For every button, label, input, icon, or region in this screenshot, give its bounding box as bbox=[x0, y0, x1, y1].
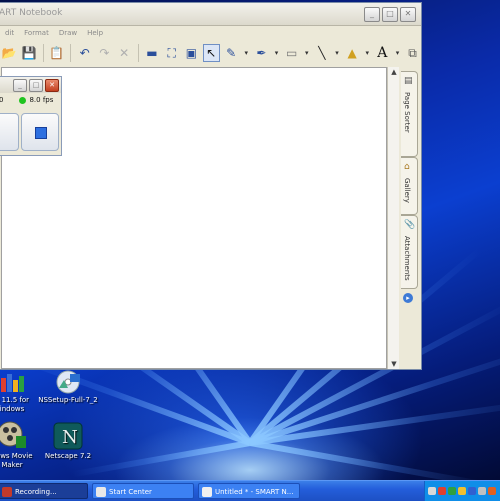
recorder-app-icon bbox=[2, 487, 12, 497]
scroll-up-icon[interactable]: ▲ bbox=[389, 67, 399, 77]
tab-label: Page Sorter bbox=[403, 92, 411, 133]
close-button[interactable]: ✕ bbox=[400, 7, 416, 22]
select-arrow-icon[interactable]: ↖ bbox=[202, 44, 220, 62]
cd-installer-icon bbox=[54, 370, 82, 394]
taskbar: Recording... Start Center Untitled * - S… bbox=[0, 480, 500, 501]
taskbar-item-smart-notebook[interactable]: Untitled * - SMART N... bbox=[198, 483, 300, 499]
recorder-title-bar[interactable]: _ □ ✕ bbox=[0, 77, 61, 93]
desktop-icon-label: indows bbox=[0, 405, 25, 413]
undo-icon[interactable]: ↶ bbox=[76, 44, 93, 62]
pen-icon[interactable]: ✎ bbox=[223, 44, 240, 62]
menu-edit[interactable]: dit bbox=[5, 29, 14, 37]
recorder-close-button[interactable]: ✕ bbox=[45, 79, 59, 92]
auto-hide-icon[interactable]: ▸ bbox=[403, 293, 413, 303]
recorder-status: 0 8.0 fps bbox=[0, 93, 61, 107]
chevron-down-icon[interactable]: ▾ bbox=[333, 44, 340, 62]
tab-page-sorter[interactable]: ▤ Page Sorter bbox=[401, 71, 418, 157]
tab-gallery[interactable]: ⌂ Gallery bbox=[401, 157, 418, 215]
eraser-icon[interactable]: ▭ bbox=[283, 44, 300, 62]
tray-smart-icon[interactable] bbox=[468, 487, 476, 495]
stop-button[interactable] bbox=[21, 113, 59, 151]
screen-shade-icon[interactable]: ▬ bbox=[144, 44, 161, 62]
side-tabs: ▤ Page Sorter ⌂ Gallery 📎 Attachments ▸ bbox=[399, 67, 421, 369]
svg-text:N: N bbox=[62, 427, 78, 448]
page-sorter-icon: ▤ bbox=[404, 76, 413, 86]
pause-button[interactable] bbox=[0, 113, 19, 151]
redo-icon[interactable]: ↷ bbox=[96, 44, 113, 62]
smart-notebook-window: ART Notebook _ □ ✕ dit Format Draw Help … bbox=[0, 2, 422, 370]
menu-format[interactable]: Format bbox=[24, 29, 49, 37]
chevron-down-icon[interactable]: ▾ bbox=[273, 44, 280, 62]
recorder-maximize-button[interactable]: □ bbox=[29, 79, 43, 92]
menu-draw[interactable]: Draw bbox=[59, 29, 77, 37]
chevron-down-icon[interactable]: ▾ bbox=[363, 44, 370, 62]
capture-icon[interactable]: ▣ bbox=[183, 44, 200, 62]
taskbar-item-label: Recording... bbox=[15, 488, 57, 496]
menu-bar: dit Format Draw Help bbox=[0, 26, 421, 40]
paste-icon[interactable]: 📋 bbox=[49, 44, 66, 62]
movie-maker-icon bbox=[0, 420, 26, 450]
maximize-button[interactable]: □ bbox=[382, 7, 398, 22]
tab-label: Gallery bbox=[403, 178, 411, 203]
chevron-down-icon[interactable]: ▾ bbox=[303, 44, 310, 62]
recorder-minimize-button[interactable]: _ bbox=[13, 79, 27, 92]
desktop-icon-netscape[interactable]: N Netscape 7.2 bbox=[28, 422, 108, 461]
open-folder-icon[interactable]: 📂 bbox=[1, 44, 18, 62]
desktop-icon-nssetup[interactable]: NSSetup-Full-7_2 bbox=[28, 370, 108, 405]
delete-icon[interactable]: ✕ bbox=[116, 44, 133, 62]
save-icon[interactable]: 💾 bbox=[21, 44, 38, 62]
tray-network-icon[interactable] bbox=[438, 487, 446, 495]
chevron-down-icon[interactable]: ▾ bbox=[394, 44, 401, 62]
start-center-icon bbox=[96, 487, 106, 497]
tab-attachments[interactable]: 📎 Attachments bbox=[401, 215, 418, 289]
creative-pen-icon[interactable]: ✒ bbox=[253, 44, 270, 62]
tray-flag-icon[interactable] bbox=[488, 487, 496, 495]
desktop-icon-label: Maker bbox=[1, 461, 23, 469]
system-tray bbox=[424, 481, 500, 501]
smart-notebook-icon bbox=[202, 487, 212, 497]
taskbar-item-recording[interactable]: Recording... bbox=[0, 483, 88, 499]
taskbar-item-label: Start Center bbox=[109, 488, 152, 496]
line-icon[interactable]: ╲ bbox=[313, 44, 330, 62]
window-title: ART Notebook bbox=[0, 8, 63, 18]
software-icon bbox=[0, 370, 25, 394]
recorder-counter: 0 bbox=[0, 96, 4, 104]
more-tools-icon[interactable]: ⧉ bbox=[404, 44, 421, 62]
scroll-down-icon[interactable]: ▼ bbox=[389, 359, 399, 369]
gallery-icon: ⌂ bbox=[404, 162, 410, 172]
taskbar-item-label: Untitled * - SMART N... bbox=[215, 488, 294, 496]
tab-label: Attachments bbox=[403, 236, 411, 281]
tray-app-icon[interactable] bbox=[458, 487, 466, 495]
text-icon[interactable]: A bbox=[374, 44, 391, 62]
taskbar-item-start-center[interactable]: Start Center bbox=[92, 483, 194, 499]
desktop-icon-label: Netscape 7.2 bbox=[44, 452, 92, 460]
desktop-icon-label: NSSetup-Full-7_2 bbox=[38, 396, 98, 404]
shapes-icon[interactable]: ▲ bbox=[344, 44, 361, 62]
tray-shield-icon[interactable] bbox=[448, 487, 456, 495]
paperclip-icon: 📎 bbox=[404, 220, 416, 230]
menu-help[interactable]: Help bbox=[87, 29, 103, 37]
minimize-button[interactable]: _ bbox=[364, 7, 380, 22]
recorder-fps: 8.0 fps bbox=[29, 96, 54, 104]
tray-speaker-icon[interactable] bbox=[428, 487, 436, 495]
netscape-icon: N bbox=[53, 422, 83, 450]
recording-status-icon bbox=[19, 96, 27, 104]
tray-update-icon[interactable] bbox=[478, 487, 486, 495]
chevron-down-icon[interactable]: ▾ bbox=[243, 44, 250, 62]
title-bar[interactable]: ART Notebook _ □ ✕ bbox=[0, 3, 421, 26]
toolbar: 📂 💾 📋 ↶ ↷ ✕ ▬ ⛶ ▣ ↖ ✎ ▾ ✒ ▾ ▭ ▾ ╲ ▾ ▲ ▾ … bbox=[0, 40, 421, 66]
recorder-panel: _ □ ✕ 0 8.0 fps bbox=[0, 76, 62, 156]
full-screen-icon[interactable]: ⛶ bbox=[163, 44, 180, 62]
stop-icon bbox=[35, 127, 47, 139]
